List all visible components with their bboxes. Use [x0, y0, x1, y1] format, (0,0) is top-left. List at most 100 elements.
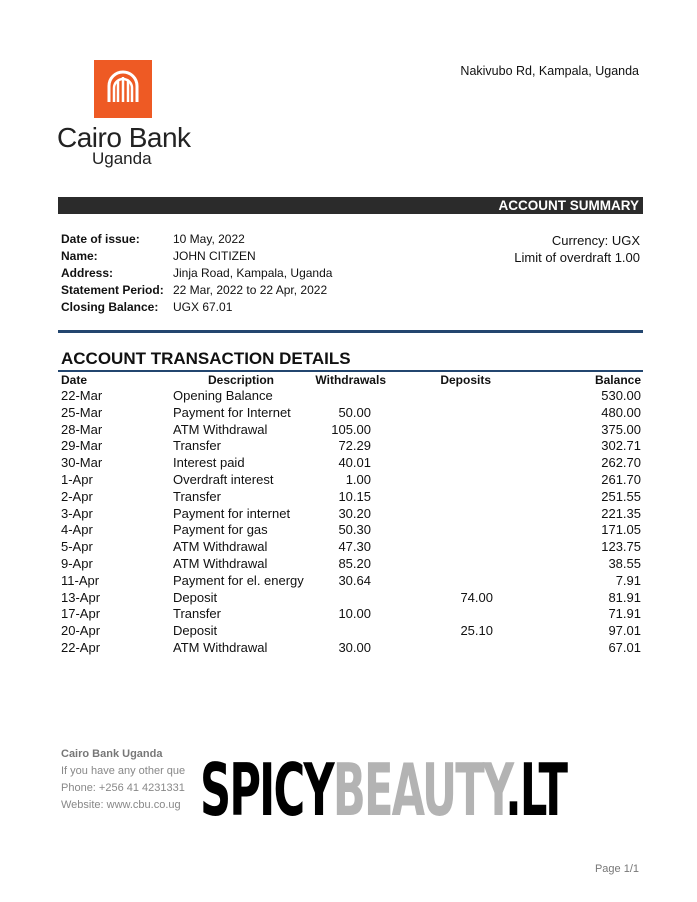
cell-balance: 221.35: [601, 505, 641, 521]
statement-period-value: 22 Mar, 2022 to 22 Apr, 2022: [173, 283, 328, 297]
cell-description: Transfer: [173, 606, 221, 622]
closing-balance-value: UGX 67.01: [173, 300, 233, 314]
cell-withdrawal: 30.64: [338, 572, 371, 588]
cell-withdrawal: 30.00: [338, 639, 371, 655]
cell-withdrawal: 30.20: [338, 505, 371, 521]
cell-description: Payment for internet: [173, 505, 291, 521]
section-divider: [58, 330, 643, 333]
cell-withdrawal: 85.20: [338, 555, 371, 571]
cell-date: 30-Mar: [61, 455, 103, 471]
date-of-issue-label: Date of issue:: [61, 232, 140, 246]
cell-date: 22-Mar: [61, 388, 103, 403]
column-header-deposits: Deposits: [440, 373, 491, 387]
account-info: Date of issue: 10 May, 2022 Name: JOHN CIT…: [61, 231, 332, 316]
account-summary-bar: ACCOUNT SUMMARY: [58, 197, 643, 214]
cell-withdrawal: 40.01: [338, 455, 371, 471]
closing-balance-label: Closing Balance:: [61, 300, 159, 314]
date-of-issue-value: 10 May, 2022: [173, 232, 245, 246]
column-header-date: Date: [61, 373, 88, 387]
table-row: 30-Mar Interest paid 40.01 262.70: [58, 455, 643, 472]
bank-address: Nakivubo Rd, Kampala, Uganda: [460, 64, 639, 78]
cell-description: ATM Withdrawal: [173, 421, 268, 437]
address-label: Address:: [61, 266, 114, 280]
table-row: 9-Apr ATM Withdrawal 85.20 38.55: [58, 556, 643, 573]
cell-date: 13-Apr: [61, 589, 101, 605]
name-value: JOHN CITIZEN: [173, 249, 256, 263]
cell-description: Opening Balance: [173, 388, 273, 403]
cell-balance: 71.91: [608, 606, 641, 622]
table-header: Date Description Withdrawals Deposits Ba…: [58, 373, 643, 388]
table-row: 17-Apr Transfer 10.00 71.91: [58, 606, 643, 623]
footer-website: Website: www.cbu.co.ug: [61, 799, 181, 811]
cell-balance: 67.01: [608, 639, 641, 655]
cell-date: 25-Mar: [61, 404, 103, 420]
cell-date: 29-Mar: [61, 438, 103, 454]
footer-bank-name: Cairo Bank Uganda: [61, 748, 163, 760]
footer: Cairo Bank Uganda If you have any other …: [61, 746, 185, 814]
info-row-address: Address: Jinja Road, Kampala, Uganda: [61, 265, 332, 282]
table-row: 20-Apr Deposit 25.10 97.01: [58, 623, 643, 640]
cell-deposit: 74.00: [460, 589, 493, 605]
cell-description: ATM Withdrawal: [173, 639, 268, 655]
cell-balance: 123.75: [601, 539, 641, 555]
address-value: Jinja Road, Kampala, Uganda: [173, 266, 333, 280]
info-row-period: Statement Period: 22 Mar, 2022 to 22 Apr,…: [61, 282, 332, 299]
table-row: 13-Apr Deposit 74.00 81.91: [58, 590, 643, 607]
column-header-withdrawals: Withdrawals: [315, 373, 386, 387]
info-row-closing: Closing Balance: UGX 67.01: [61, 299, 332, 316]
cell-balance: 251.55: [601, 488, 641, 504]
transactions-title: ACCOUNT TRANSACTION DETAILS: [61, 349, 351, 368]
info-row-date: Date of issue: 10 May, 2022: [61, 231, 332, 248]
info-row-name: Name: JOHN CITIZEN: [61, 248, 332, 265]
cell-withdrawal: 10.00: [338, 606, 371, 622]
cell-date: 11-Apr: [61, 572, 100, 588]
cell-description: Deposit: [173, 589, 218, 605]
cell-balance: 530.00: [601, 388, 641, 403]
cell-date: 17-Apr: [61, 606, 101, 622]
watermark-part-3: .LT: [505, 748, 568, 832]
cell-balance: 480.00: [601, 404, 641, 420]
cell-description: Interest paid: [173, 455, 245, 471]
statement-period-label: Statement Period:: [61, 283, 164, 297]
cell-description: Overdraft interest: [173, 471, 274, 487]
cell-date: 3-Apr: [61, 505, 93, 521]
account-summary-title: ACCOUNT SUMMARY: [498, 198, 640, 213]
column-header-balance: Balance: [594, 373, 641, 387]
cell-balance: 302.71: [601, 438, 641, 454]
cell-description: Payment for el. energy: [173, 572, 304, 588]
table-row: 3-Apr Payment for internet 30.20 221.35: [58, 506, 643, 523]
table-body: 22-Mar Opening Balance 530.00 25-Mar Payment…: [58, 388, 643, 657]
cell-date: 2-Apr: [61, 488, 93, 504]
cell-description: Deposit: [173, 623, 218, 639]
table-row: 11-Apr Payment for el. energy 30.64 7.91: [58, 573, 643, 590]
table-row: 28-Mar ATM Withdrawal 105.00 375.00: [58, 422, 643, 439]
table-row: 29-Mar Transfer 72.29 302.71: [58, 438, 643, 455]
watermark-part-1: SPICY: [200, 748, 335, 832]
table-row: 1-Apr Overdraft interest 1.00 261.70: [58, 472, 643, 489]
cell-balance: 7.91: [615, 572, 641, 588]
transactions-table: Date Description Withdrawals Deposits Ba…: [58, 373, 643, 657]
name-label: Name:: [61, 249, 98, 263]
cell-withdrawal: 50.30: [338, 522, 371, 538]
cell-description: Transfer: [173, 488, 221, 504]
cell-date: 20-Apr: [61, 623, 101, 639]
cell-balance: 262.70: [601, 455, 641, 471]
cell-withdrawal: 10.15: [338, 488, 371, 504]
cell-balance: 171.05: [601, 522, 641, 538]
column-header-description: Description: [208, 373, 275, 387]
footer-contact-text: If you have any other que: [61, 765, 186, 777]
cell-date: 1-Apr: [61, 471, 93, 487]
cell-deposit: 25.10: [460, 623, 493, 639]
currency-text: Currency: UGX: [551, 233, 640, 248]
cell-withdrawal: 72.29: [338, 438, 371, 454]
bank-logo: Cairo Bank Uganda: [57, 60, 192, 170]
footer-phone: Phone: +256 41 4231331: [61, 782, 185, 794]
page-number: Page 1/1: [594, 863, 639, 875]
overdraft-limit-text: Limit of overdraft 1.00: [514, 250, 640, 265]
cell-balance: 375.00: [601, 421, 641, 437]
cell-balance: 81.91: [608, 589, 641, 605]
cell-description: ATM Withdrawal: [173, 539, 268, 555]
table-row: 4-Apr Payment for gas 50.30 171.05: [58, 522, 643, 539]
cell-date: 5-Apr: [61, 539, 93, 555]
table-row: 2-Apr Transfer 10.15 251.55: [58, 489, 643, 506]
